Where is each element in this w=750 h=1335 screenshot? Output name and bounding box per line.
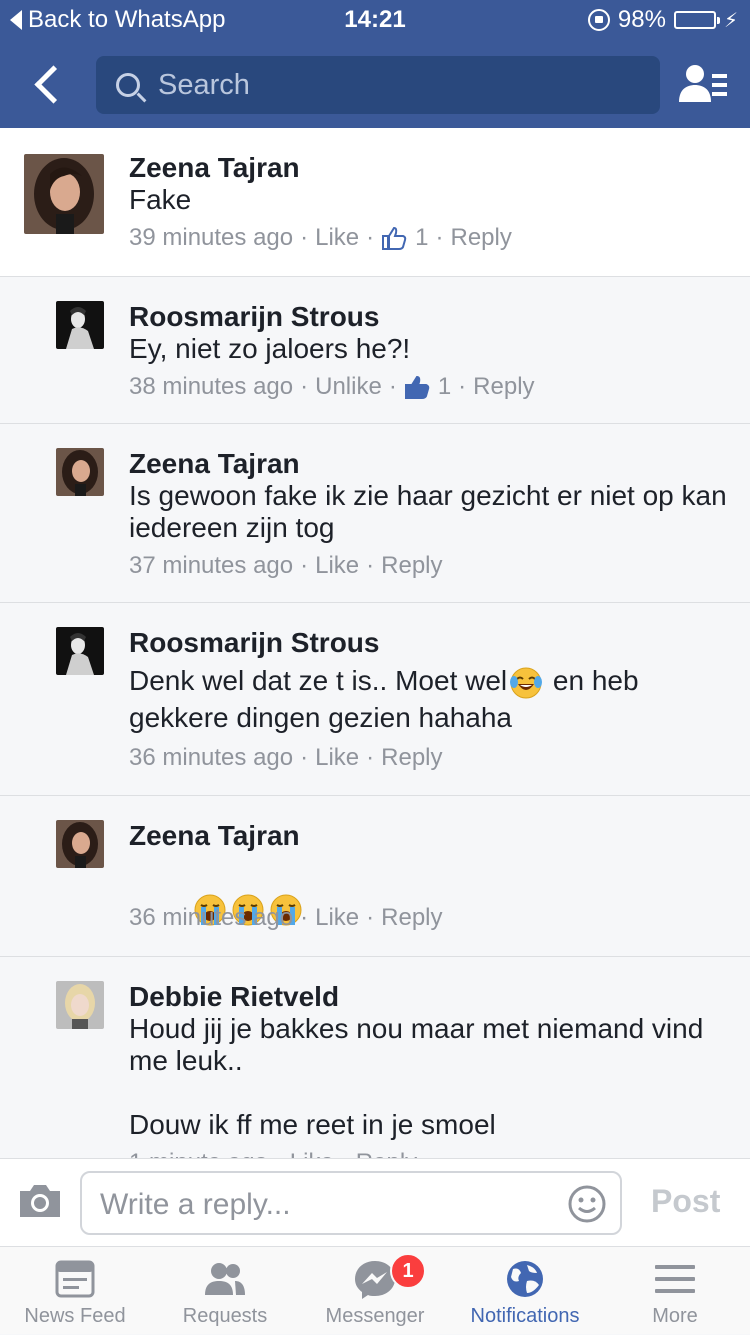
reply-button[interactable]: Reply [381, 744, 442, 772]
comment-author[interactable]: Zeena Tajran [129, 448, 730, 480]
tab-notifications[interactable]: Notifications [450, 1247, 600, 1335]
tab-bar: News Feed Requests 1 Messenger Notificat… [0, 1246, 750, 1334]
search-bar[interactable] [96, 56, 660, 114]
requests-icon [205, 1263, 245, 1295]
comment-emojis [129, 860, 730, 926]
comment: Zeena Tajran 36 minutes ago · Like · Rep… [0, 796, 750, 957]
reply-button[interactable]: Reply [451, 224, 512, 252]
news-feed-icon [55, 1260, 95, 1298]
comment-time[interactable]: 36 minutes ago [129, 904, 293, 932]
tab-label: News Feed [24, 1305, 126, 1327]
comment-text: Is gewoon fake ik zie haar gezicht er ni… [129, 480, 735, 543]
comment-meta: 38 minutes ago · Unlike · 1 · Reply [129, 373, 535, 401]
avatar[interactable] [56, 820, 104, 868]
comment-meta: 39 minutes ago · Like · 1 · Reply [129, 224, 512, 252]
reply-input[interactable] [98, 1187, 542, 1223]
sticker-smiley-icon[interactable] [568, 1185, 606, 1223]
rotation-lock-icon [587, 9, 610, 31]
thumbs-up-icon[interactable] [381, 225, 407, 251]
comment-thread: Zeena Tajran Fake 39 minutes ago · Like … [0, 128, 750, 1158]
reply-bar: Post [0, 1158, 750, 1246]
back-button[interactable] [28, 62, 68, 106]
comment-meta: 1 minute ago · Like · Reply [129, 1149, 730, 1158]
comment-author[interactable]: Roosmarijn Strous [129, 627, 730, 659]
tab-label: Messenger [325, 1305, 425, 1327]
camera-icon[interactable] [18, 1183, 62, 1219]
search-icon [116, 73, 140, 97]
tab-label: More [652, 1305, 698, 1327]
like-button[interactable]: Like [315, 904, 359, 932]
tab-news-feed[interactable]: News Feed [0, 1247, 150, 1335]
search-input[interactable] [156, 67, 640, 103]
tab-label: Notifications [470, 1305, 580, 1327]
reply-field[interactable] [80, 1171, 622, 1235]
globe-icon [507, 1261, 543, 1297]
avatar[interactable] [56, 301, 104, 349]
comment-author[interactable]: Zeena Tajran [129, 152, 730, 184]
reply-button[interactable]: Reply [381, 552, 442, 580]
comment-meta: 36 minutes ago · Like · Reply [129, 743, 443, 772]
like-count[interactable]: 1 [415, 224, 428, 252]
status-right: 98% ⚡ [587, 6, 738, 34]
comment-time[interactable]: 1 minute ago [129, 1149, 268, 1158]
avatar[interactable] [56, 981, 104, 1029]
face-with-tears-of-joy-icon [510, 667, 543, 699]
like-button[interactable]: Like [290, 1149, 334, 1158]
tab-messenger[interactable]: 1 Messenger [300, 1247, 450, 1335]
reply-button[interactable]: Reply [381, 904, 442, 932]
comment-time[interactable]: 38 minutes ago [129, 373, 293, 401]
notification-badge: 1 [390, 1253, 426, 1289]
avatar[interactable] [56, 627, 104, 675]
comment: Roosmarijn Strous Denk wel dat ze t is..… [0, 603, 750, 796]
comment: Debbie Rietveld Houd jij je bakkes nou m… [0, 957, 750, 1158]
tab-requests[interactable]: Requests [150, 1247, 300, 1335]
comment-author[interactable]: Roosmarijn Strous [129, 301, 730, 333]
like-button[interactable]: Like [315, 744, 359, 772]
charging-icon: ⚡ [723, 9, 738, 32]
like-button[interactable]: Like [315, 552, 359, 580]
menu-icon [655, 1265, 695, 1293]
like-count[interactable]: 1 [438, 373, 451, 401]
comment-meta: 37 minutes ago · Like · Reply [129, 552, 443, 580]
battery-icon [673, 11, 720, 29]
avatar[interactable] [24, 154, 104, 234]
tab-more[interactable]: More [600, 1247, 750, 1335]
comment-time[interactable]: 39 minutes ago [129, 224, 293, 252]
tab-label: Requests [182, 1305, 268, 1327]
comment-text: Denk wel dat ze t is.. Moet wel en heb g… [129, 663, 730, 736]
nav-row [0, 56, 750, 114]
reply-button[interactable]: Reply [356, 1149, 417, 1158]
unlike-button[interactable]: Unlike [315, 373, 382, 401]
comment-time[interactable]: 36 minutes ago [129, 744, 293, 772]
comment-author[interactable]: Debbie Rietveld [129, 981, 730, 1013]
battery-percent: 98% [617, 6, 666, 33]
top-bar: Back to WhatsApp 14:21 98% ⚡ [0, 0, 750, 128]
comment: Zeena Tajran Is gewoon fake ik zie haar … [0, 424, 750, 603]
reply-button[interactable]: Reply [473, 373, 534, 401]
post-button[interactable]: Post [651, 1183, 720, 1220]
comment-author[interactable]: Zeena Tajran [129, 820, 730, 852]
comment-text-before: Denk wel dat ze t is.. Moet wel [129, 665, 508, 696]
comment: Zeena Tajran Fake 39 minutes ago · Like … [0, 128, 750, 277]
status-bar: Back to WhatsApp 14:21 98% ⚡ [0, 0, 750, 40]
comment-text: Ey, niet zo jaloers he?! [129, 333, 411, 364]
like-button[interactable]: Like [315, 224, 359, 252]
thumbs-up-icon[interactable] [404, 374, 430, 400]
avatar[interactable] [56, 448, 104, 496]
comment-time[interactable]: 37 minutes ago [129, 552, 293, 580]
comment: Roosmarijn Strous Ey, niet zo jaloers he… [0, 277, 750, 424]
comment-text: Fake [129, 184, 192, 215]
comment-text: Houd jij je bakkes nou maar met niemand … [129, 1013, 704, 1140]
comment-meta: 36 minutes ago · Like · Reply [129, 904, 443, 932]
friend-list-icon[interactable] [678, 62, 728, 106]
